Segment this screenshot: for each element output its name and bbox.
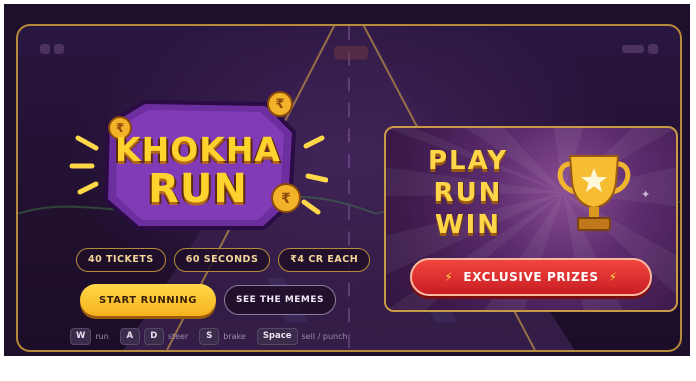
tickets-chip: 40 TICKETS — [76, 248, 166, 272]
promo-play: PLAY — [427, 146, 509, 176]
top-left-indicator — [40, 42, 70, 56]
promo-win: WIN — [434, 210, 502, 240]
top-right-indicator — [622, 42, 658, 56]
coin-icon: ₹ — [267, 91, 293, 117]
key-label-brake: brake — [223, 332, 246, 341]
key-d: D — [143, 328, 164, 345]
game-frame: ₹ ₹ ₹ KHOKHA RUN 40 TICKETS 60 SECONDS ₹… — [4, 4, 690, 356]
logo-title-line1: KHOKHA — [115, 130, 281, 169]
controls-hint: W run A D steer S brake Space sell / pun… — [70, 328, 359, 345]
promo-run: RUN — [433, 178, 503, 208]
trophy-icon — [557, 155, 631, 231]
bolt-icon: ⚡ — [444, 270, 454, 284]
svg-text:₹: ₹ — [275, 97, 284, 112]
key-a: A — [119, 328, 140, 345]
game-stats-chips: 40 TICKETS 60 SECONDS ₹4 CR EACH — [76, 248, 371, 272]
key-space: Space — [256, 328, 298, 345]
prize-per-ticket-chip: ₹4 CR EACH — [278, 248, 371, 272]
key-label-run: run — [95, 332, 109, 341]
see-the-memes-button[interactable]: SEE THE MEMES — [224, 285, 336, 315]
bolt-icon: ⚡ — [608, 270, 618, 284]
exclusive-prizes-label: EXCLUSIVE PRIZES — [463, 270, 599, 284]
key-w: W — [70, 328, 92, 345]
sparkle-icon: ✦ — [641, 188, 651, 201]
key-s: S — [199, 328, 220, 345]
logo-title-line2: RUN — [148, 166, 248, 212]
seconds-chip: 60 SECONDS — [173, 248, 271, 272]
start-running-button[interactable]: START RUNNING — [80, 284, 216, 316]
start-panel: ₹ ₹ ₹ KHOKHA RUN 40 TICKETS 60 SECONDS ₹… — [16, 24, 682, 352]
game-logo: ₹ ₹ ₹ KHOKHA RUN — [68, 88, 328, 238]
promo-card: PLAY RUN WIN ✦ ⚡ EXCLUSIVE PRIZES ⚡ — [384, 126, 678, 312]
key-label-steer: steer — [167, 332, 189, 341]
exclusive-prizes-button[interactable]: ⚡ EXCLUSIVE PRIZES ⚡ — [410, 258, 652, 296]
game-screen: ₹ ₹ ₹ KHOKHA RUN 40 TICKETS 60 SECONDS ₹… — [0, 0, 696, 381]
key-label-sell-punch: sell / punch — [301, 332, 348, 341]
